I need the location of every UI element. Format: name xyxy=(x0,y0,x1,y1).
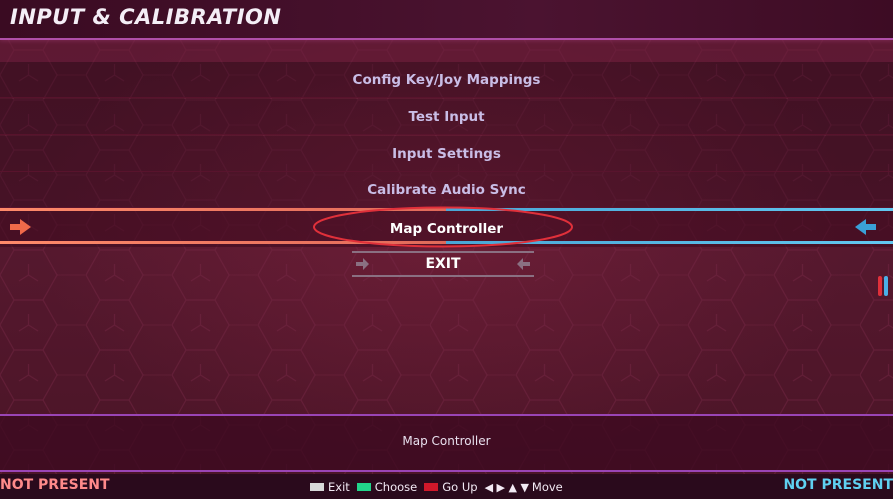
screen-title: INPUT & CALIBRATION xyxy=(10,5,282,29)
go-up-key-icon xyxy=(424,483,439,491)
hint-go-up-label: Go Up xyxy=(442,480,478,494)
description-bar: Map Controller xyxy=(0,414,893,472)
menu-item-calibrate-audio-sync[interactable]: Calibrate Audio Sync xyxy=(0,172,893,208)
p2-scroll-indicator xyxy=(884,276,888,296)
p2-cursor-arrow-icon xyxy=(855,219,876,235)
hint-exit-label: Exit xyxy=(328,480,350,494)
menu-item-input-settings[interactable]: Input Settings xyxy=(0,136,893,172)
choose-key-icon xyxy=(356,483,371,491)
p1-scroll-indicator xyxy=(878,276,882,296)
menu-item-config-mappings[interactable]: Config Key/Joy Mappings xyxy=(0,62,893,98)
exit-key-icon xyxy=(310,483,324,491)
footer-bar: NOT PRESENT Exit Choose Go Up ◀ ▶ ▲ ▼ Mo… xyxy=(0,474,893,499)
menu-item-label: Test Input xyxy=(408,109,485,125)
p1-cursor-arrow-icon xyxy=(10,219,31,235)
direction-arrows-icon: ◀ ▶ ▲ ▼ xyxy=(484,480,529,494)
player1-status: NOT PRESENT xyxy=(0,477,110,493)
menu-item-test-input[interactable]: Test Input xyxy=(0,99,893,135)
hint-move-label: Move xyxy=(531,480,563,494)
button-hints: Exit Choose Go Up ◀ ▶ ▲ ▼ Move xyxy=(310,479,570,495)
menu-item-label: Calibrate Audio Sync xyxy=(367,182,526,198)
menu-item-label: Input Settings xyxy=(392,146,501,162)
menu-item-label: Config Key/Joy Mappings xyxy=(352,72,541,88)
description-text: Map Controller xyxy=(402,434,491,448)
exit-button[interactable]: EXIT xyxy=(352,251,534,277)
arrow-left-icon xyxy=(517,258,530,270)
player2-status: NOT PRESENT xyxy=(783,477,893,493)
highlight-ellipse xyxy=(313,206,573,248)
header-stripe xyxy=(0,40,893,62)
arrow-right-icon xyxy=(356,258,369,270)
hint-choose-label: Choose xyxy=(374,480,418,494)
screen-header: INPUT & CALIBRATION xyxy=(0,0,893,40)
exit-label: EXIT xyxy=(425,256,461,272)
